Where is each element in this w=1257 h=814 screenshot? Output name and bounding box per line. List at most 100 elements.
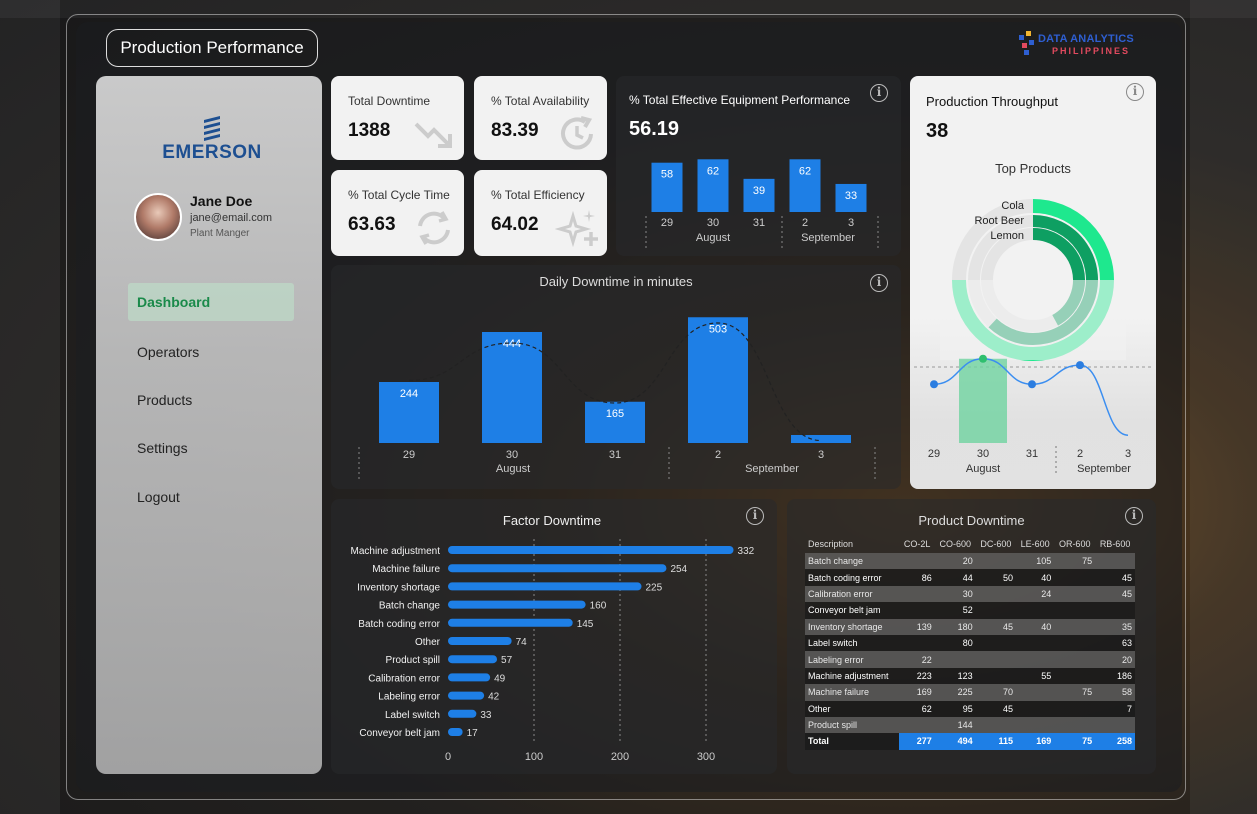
table-cell: Label switch [805, 634, 900, 652]
table-cell: 50 [975, 569, 1017, 586]
kpi-value: 64.02 [491, 214, 539, 235]
tick-label: 30 [977, 448, 989, 460]
product-downtime-table: Description CO-2L CO-600 DC-600 LE-600 OR-600… [805, 535, 1135, 750]
table-cell: 75 [1054, 733, 1096, 750]
product-downtime-title: Product Downtime [918, 513, 1025, 528]
table-cell: 75 [1054, 684, 1096, 701]
table-cell: 86 [899, 569, 935, 586]
kpi-value: 1388 [348, 120, 391, 141]
category-label: Labeling error [378, 692, 440, 703]
sidebar-item-operators[interactable]: Operators [128, 333, 294, 371]
table-cell [975, 651, 1017, 668]
sidebar-item-products[interactable]: Products [128, 381, 294, 419]
table-cell [1095, 602, 1135, 619]
bar [448, 691, 485, 700]
bar [448, 728, 463, 736]
oee-card: % Total Effective Equipment Performance … [616, 76, 901, 256]
table-cell: 45 [975, 700, 1017, 717]
column-header[interactable]: DC-600 [976, 535, 1016, 553]
column-header[interactable]: CO-600 [935, 535, 976, 553]
donut-label: Root Beer [974, 215, 1024, 227]
donut-label: Lemon [990, 230, 1024, 242]
category-label: Machine failure [372, 564, 440, 575]
kpi-total-cycle-time[interactable]: % Total Cycle Time 63.63 [331, 170, 464, 256]
table-cell: 105 [1016, 553, 1055, 570]
table-cell: 169 [899, 684, 935, 701]
bar [448, 582, 642, 591]
bg-beam [1190, 0, 1257, 814]
table-cell: 62 [899, 700, 935, 717]
group-label: August [496, 463, 530, 475]
column-header[interactable]: LE-600 [1016, 535, 1054, 553]
table-cell [1054, 651, 1096, 668]
column-header[interactable]: RB-600 [1095, 535, 1135, 553]
page-title: Production Performance [106, 29, 318, 67]
table-cell: Inventory shortage [805, 618, 900, 635]
data-label: 74 [516, 637, 528, 648]
table-cell: 277 [899, 733, 935, 750]
table-cell: Product spill [805, 716, 900, 734]
brand-line-2: PHILIPPINES [1052, 46, 1131, 56]
tick-label: 0 [445, 751, 451, 763]
data-label: 254 [670, 564, 687, 575]
table-cell [1016, 716, 1055, 734]
table-cell [975, 585, 1017, 603]
kpi-total-availability[interactable]: % Total Availability 83.39 [474, 76, 607, 160]
data-label: 225 [646, 582, 663, 593]
donut-fade [940, 280, 1126, 360]
daily-downtime-chart: 244 29 444 30 165 31 503 2 3 August September [358, 317, 876, 479]
table-cell [1054, 716, 1096, 734]
table-cell [1054, 569, 1096, 586]
data-label: 332 [738, 546, 755, 557]
table-row: Batch change 20 105 75 [805, 553, 1135, 570]
table-cell [1054, 585, 1096, 603]
table-cell [899, 634, 935, 652]
tick-label: 2 [1077, 448, 1083, 460]
info-icon[interactable]: i [1125, 507, 1143, 525]
sidebar-item-logout[interactable]: Logout [128, 478, 294, 516]
brand-logo: DATA ANALYTICS PHILIPPINES [1018, 31, 1154, 59]
data-label: 244 [400, 388, 418, 400]
table-row: Machine failure 169 225 70 75 58 [805, 684, 1135, 701]
cycle-arrows-icon [418, 211, 450, 245]
sidebar-item-settings[interactable]: Settings [128, 429, 294, 467]
table-cell [975, 667, 1017, 685]
table-cell: 30 [934, 585, 976, 603]
table-cell: 70 [975, 684, 1017, 701]
bar [448, 673, 491, 682]
table-cell [1016, 634, 1055, 652]
oee-chart: 582962303931622333August September [645, 159, 879, 248]
company-logo: EMERSON [156, 114, 268, 164]
kpi-total-efficiency[interactable]: % Total Efficiency 64.02 [474, 170, 607, 256]
daily-downtime-card: Daily Downtime in minutes i 244 29 444 30 16… [331, 265, 901, 489]
table-cell [1054, 602, 1096, 619]
table-cell [975, 634, 1017, 652]
tick-label: 29 [928, 448, 940, 460]
table-cell [1054, 618, 1096, 635]
table-cell [1016, 602, 1055, 619]
tick-label: 30 [707, 217, 719, 229]
column-header[interactable]: OR-600 [1054, 535, 1095, 553]
table-cell [1054, 667, 1096, 685]
group-label: August [966, 463, 1000, 475]
tick-label: 100 [525, 751, 543, 763]
category-label: Inventory shortage [357, 582, 440, 593]
table-cell [899, 553, 935, 570]
table-row: Label switch 80 63 [805, 634, 1135, 652]
table-cell: 45 [1095, 585, 1135, 603]
column-header[interactable]: CO-2L [899, 535, 934, 553]
table-cell: Labeling error [805, 651, 900, 668]
table-cell: Total [805, 733, 900, 750]
avatar[interactable] [134, 193, 182, 241]
brand-line-1: DATA ANALYTICS [1038, 33, 1134, 45]
table-cell: 123 [934, 667, 976, 685]
sidebar-item-dashboard[interactable]: Dashboard [128, 283, 294, 321]
data-point [1076, 361, 1084, 370]
kpi-total-downtime[interactable]: Total Downtime 1388 [331, 76, 464, 160]
tick-label: 31 [1026, 448, 1038, 460]
tick-label: 3 [848, 217, 854, 229]
table-cell: 24 [1016, 585, 1055, 603]
column-header[interactable]: Description [805, 535, 899, 553]
user-name: Jane Doe [190, 193, 253, 209]
category-label: Batch coding error [358, 619, 440, 630]
